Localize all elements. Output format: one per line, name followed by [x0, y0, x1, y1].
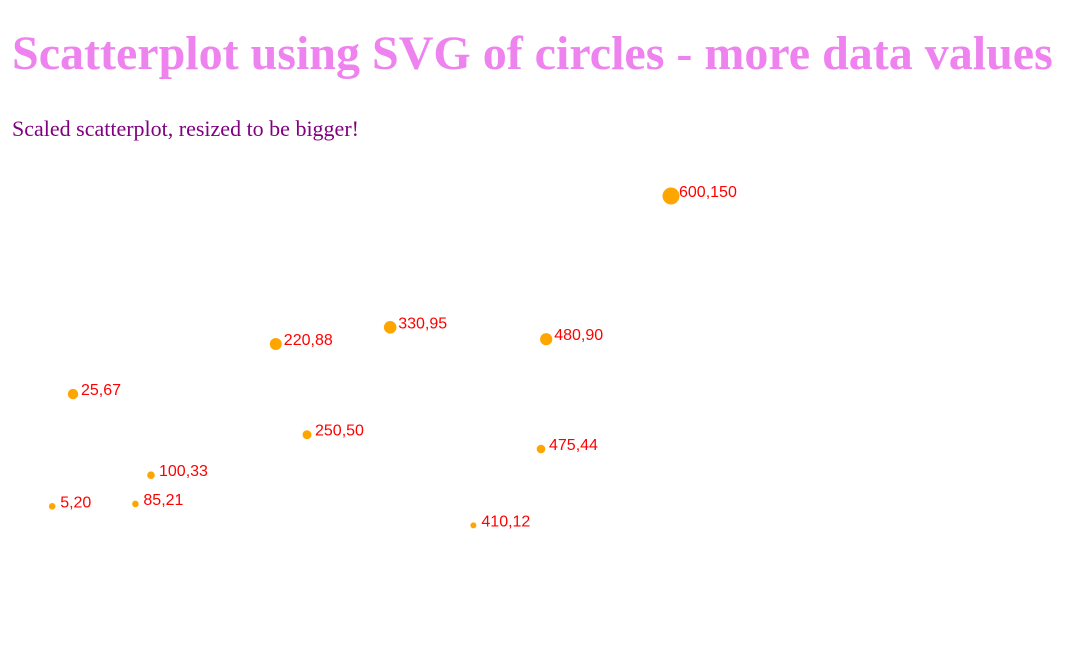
data-point-label: 5,20 — [60, 494, 91, 511]
data-point — [470, 522, 477, 529]
data-point — [132, 500, 139, 508]
data-point-label: 600,150 — [679, 184, 737, 201]
data-point-label: 250,50 — [315, 423, 364, 440]
data-point-label: 25,67 — [81, 382, 121, 399]
data-point-label: 475,44 — [549, 437, 598, 454]
data-point — [662, 187, 680, 205]
points-layer — [48, 187, 680, 529]
data-point-label: 480,90 — [554, 327, 603, 344]
data-point — [540, 333, 553, 346]
data-point — [147, 471, 155, 480]
data-point-label: 85,21 — [143, 492, 183, 509]
data-point — [48, 503, 56, 510]
data-point-label: 330,95 — [398, 315, 447, 332]
data-point — [302, 430, 312, 440]
labels-layer: 5,20 480,90 250,50 100,33 330,95 410,12 475,44… — [60, 184, 737, 530]
data-point — [383, 321, 397, 334]
data-point — [67, 388, 79, 400]
data-point — [536, 444, 546, 454]
data-point-label: 100,33 — [159, 463, 208, 480]
data-point-label: 220,88 — [284, 332, 333, 349]
data-point-label: 410,12 — [481, 513, 530, 530]
data-point — [269, 338, 282, 350]
scatterplot-chart: 5,20 480,90 250,50 100,33 330,95 410,12 475,44… — [48, 184, 737, 530]
